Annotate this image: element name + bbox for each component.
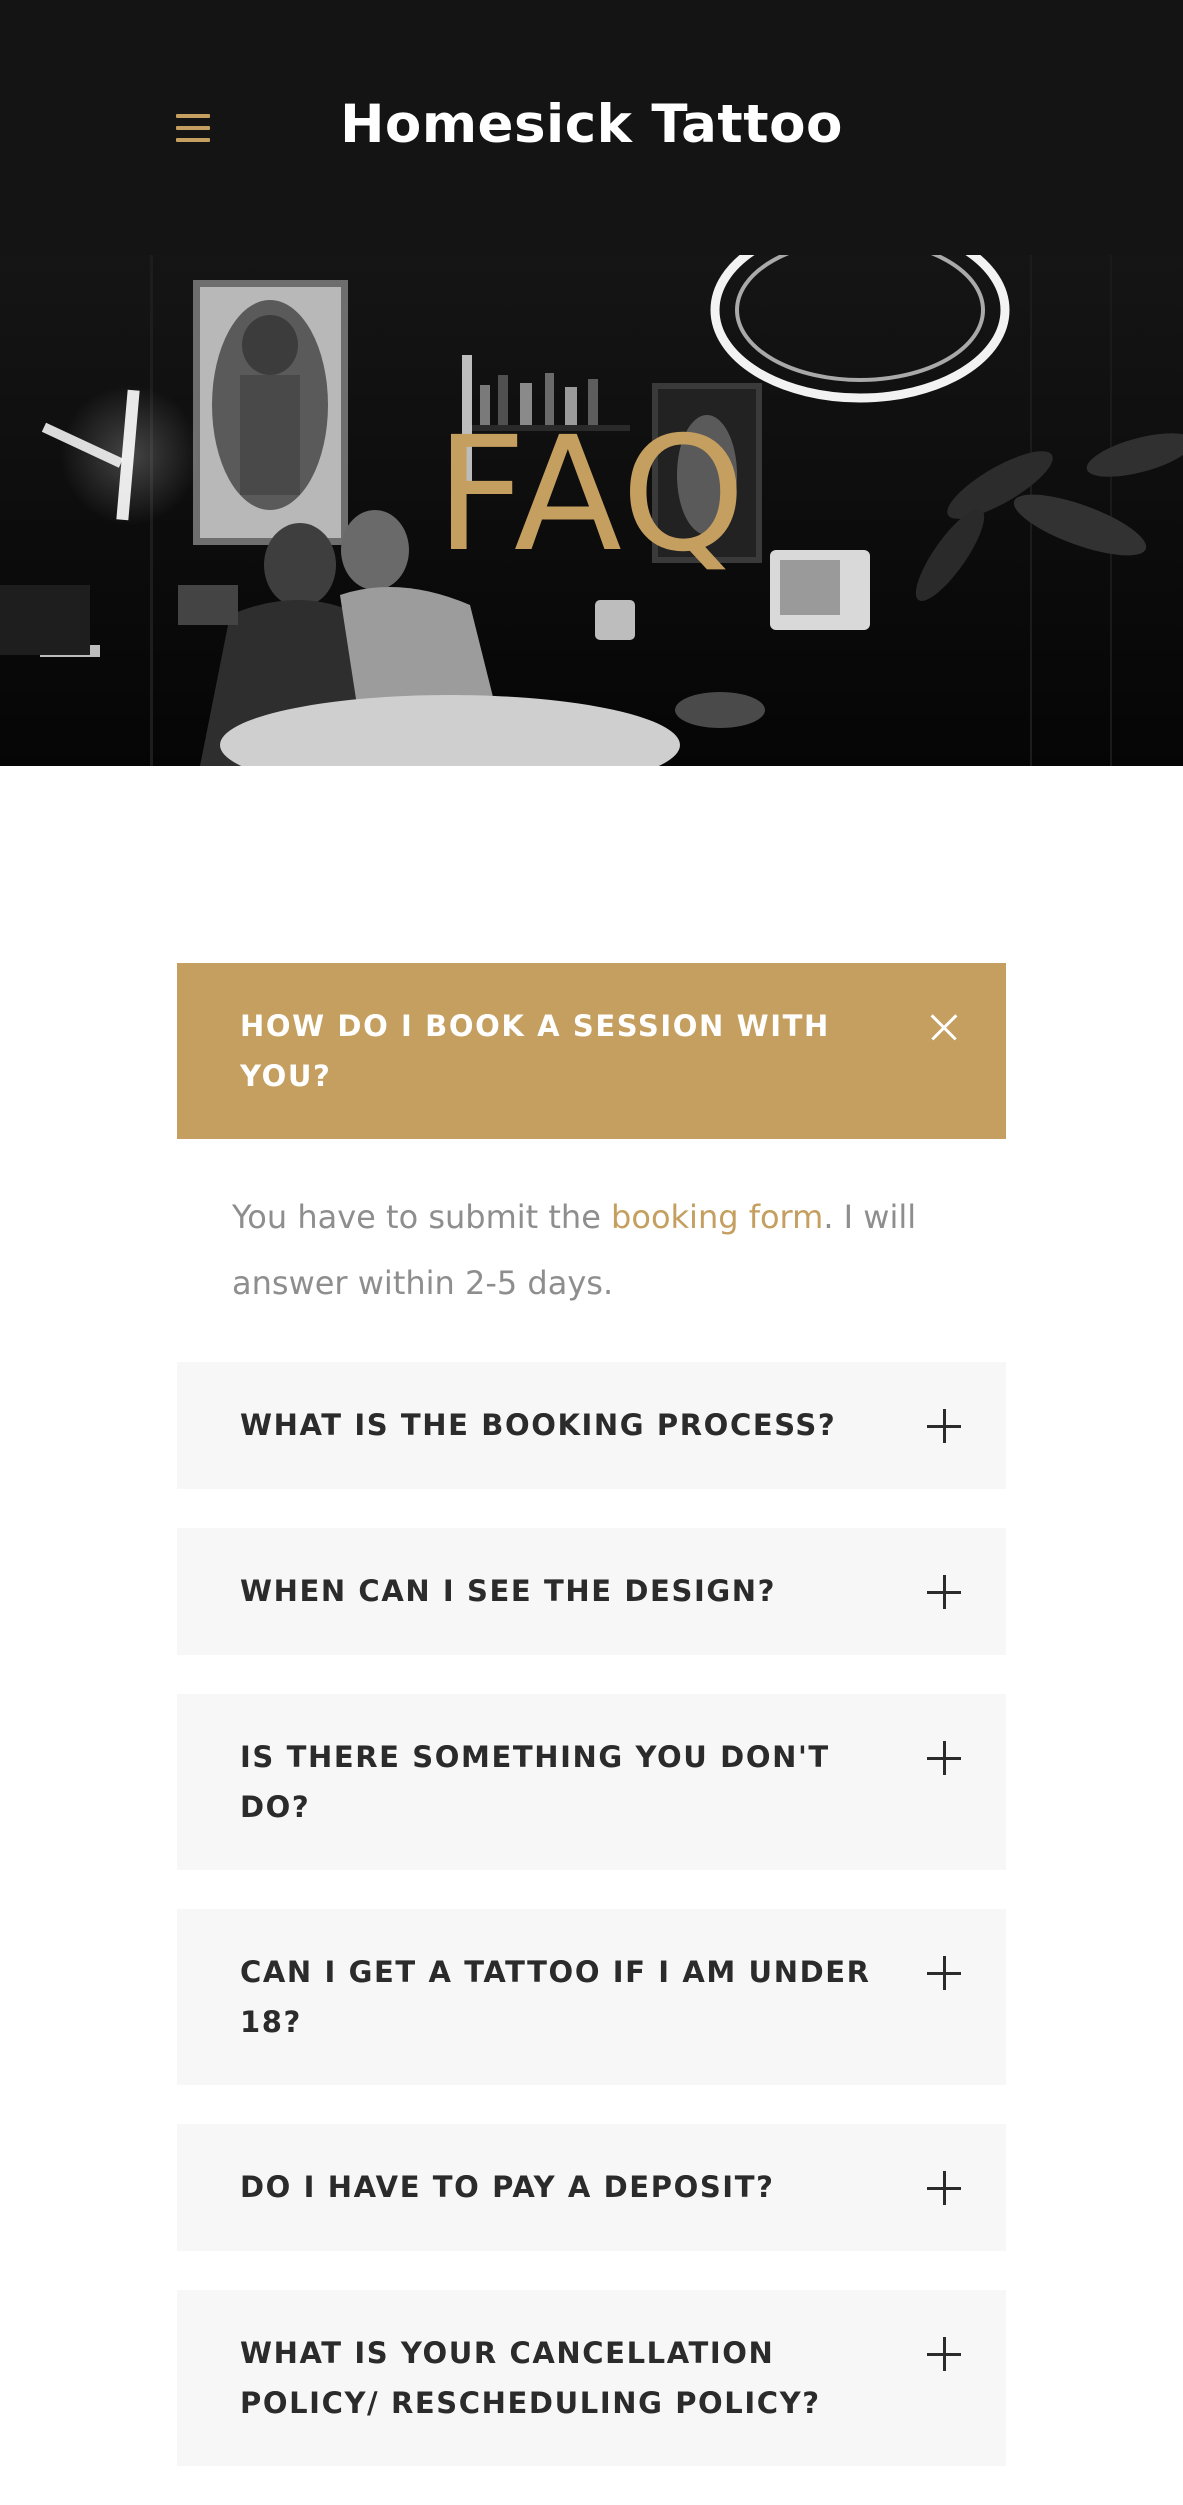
close-icon[interactable] xyxy=(920,1003,968,1051)
faq-question: WHEN CAN I SEE THE DESIGN? xyxy=(240,1574,777,1608)
page-title: FAQ xyxy=(435,403,748,587)
faq-item: WHAT IS THE BOOKING PROCESS? xyxy=(177,1362,1006,1489)
faq-item: WHAT IS YOUR CANCELLATION POLICY/ RESCHE… xyxy=(177,2290,1006,2466)
faq-question: CAN I GET A TATTOO IF I AM UNDER 18? xyxy=(240,1955,871,2039)
faq-question: HOW DO I BOOK A SESSION WITH YOU? xyxy=(240,1009,830,1093)
faq-question-header[interactable]: CAN I GET A TATTOO IF I AM UNDER 18? xyxy=(177,1909,1006,2085)
faq-question-header[interactable]: WHAT IS YOUR CANCELLATION POLICY/ RESCHE… xyxy=(177,2290,1006,2466)
plus-icon[interactable] xyxy=(927,1409,961,1443)
faq-question-header[interactable]: WHEN CAN I SEE THE DESIGN? xyxy=(177,1528,1006,1655)
plus-icon[interactable] xyxy=(927,1575,961,1609)
plus-icon[interactable] xyxy=(927,2171,961,2205)
plus-icon[interactable] xyxy=(927,1956,961,1990)
faq-question: IS THERE SOMETHING YOU DON'T DO? xyxy=(240,1740,830,1824)
faq-question-header[interactable]: WHAT IS THE BOOKING PROCESS? xyxy=(177,1362,1006,1489)
faq-item: WHEN CAN I SEE THE DESIGN? xyxy=(177,1528,1006,1655)
faq-accordion: HOW DO I BOOK A SESSION WITH YOU? You ha… xyxy=(177,963,1006,2505)
hero-banner: FAQ xyxy=(0,255,1183,766)
faq-item: HOW DO I BOOK A SESSION WITH YOU? You ha… xyxy=(177,963,1006,1362)
site-header: Homesick Tattoo xyxy=(0,0,1183,255)
faq-item: CAN I GET A TATTOO IF I AM UNDER 18? xyxy=(177,1909,1006,2085)
faq-question-header[interactable]: IS THERE SOMETHING YOU DON'T DO? xyxy=(177,1694,1006,1870)
faq-question-header[interactable]: HOW DO I BOOK A SESSION WITH YOU? xyxy=(177,963,1006,1139)
faq-item: IS THERE SOMETHING YOU DON'T DO? xyxy=(177,1694,1006,1870)
faq-question: WHAT IS THE BOOKING PROCESS? xyxy=(240,1408,837,1442)
faq-item: DO I HAVE TO PAY A DEPOSIT? xyxy=(177,2124,1006,2251)
faq-answer: You have to submit the booking form. I w… xyxy=(177,1139,1006,1362)
faq-question: DO I HAVE TO PAY A DEPOSIT? xyxy=(240,2170,775,2204)
site-title[interactable]: Homesick Tattoo xyxy=(0,88,1183,162)
faq-question-header[interactable]: DO I HAVE TO PAY A DEPOSIT? xyxy=(177,2124,1006,2251)
plus-icon[interactable] xyxy=(927,1741,961,1775)
booking-form-link[interactable]: booking form xyxy=(611,1198,823,1236)
answer-text: You have to submit the xyxy=(232,1198,612,1236)
faq-question: WHAT IS YOUR CANCELLATION POLICY/ RESCHE… xyxy=(240,2336,821,2420)
